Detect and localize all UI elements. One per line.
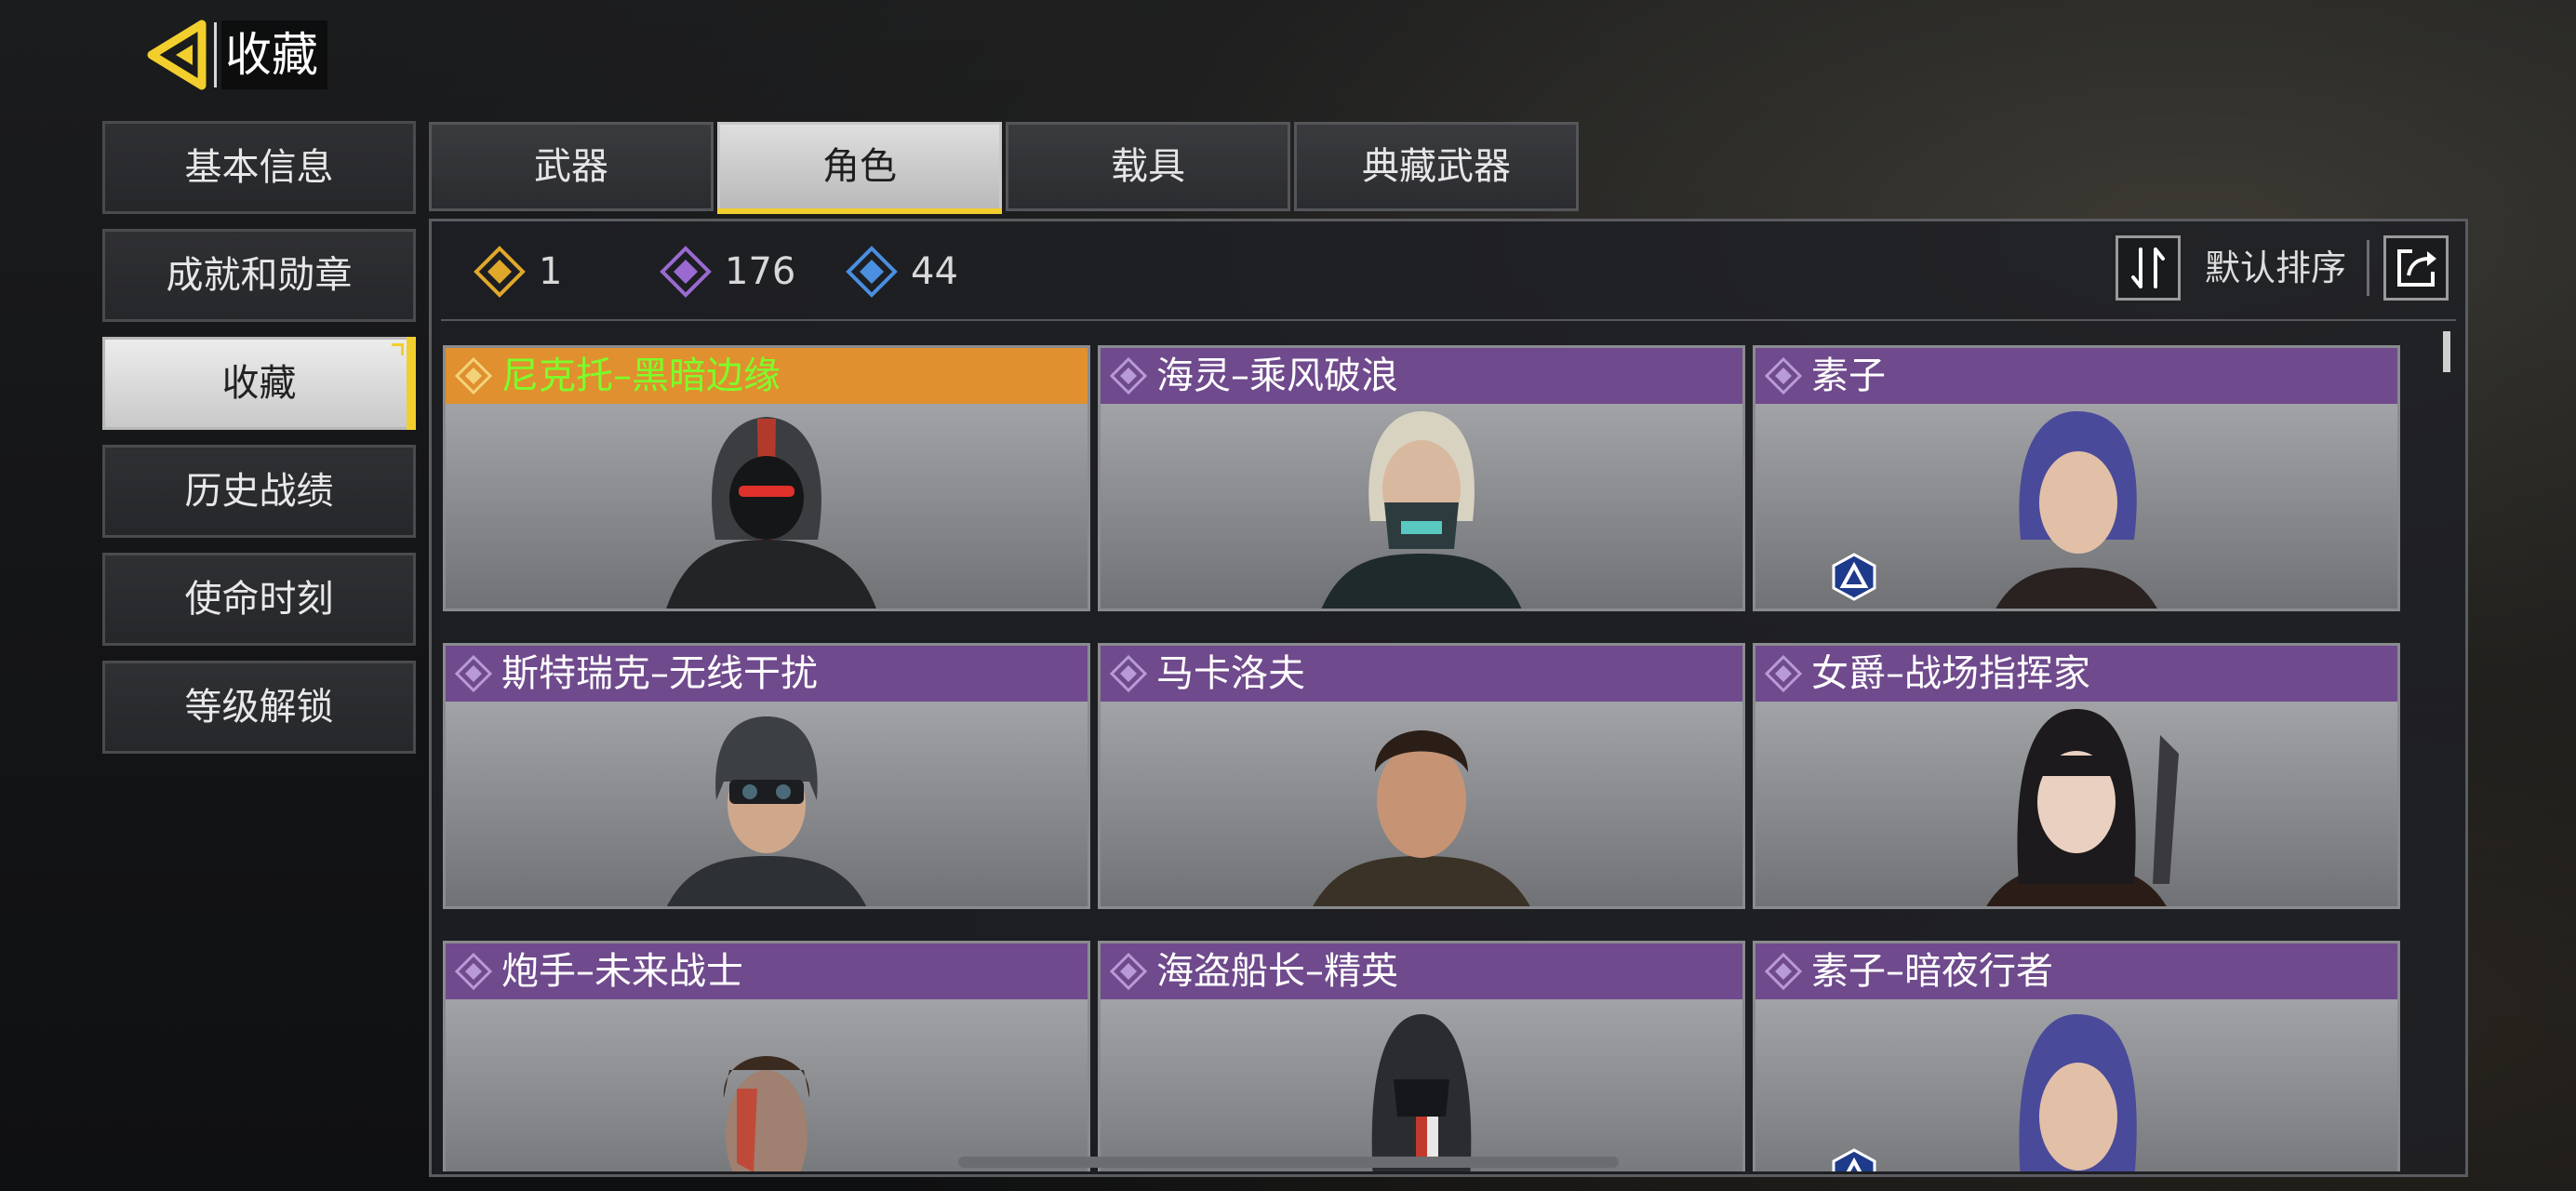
character-portrait [723,1056,810,1171]
tab-characters[interactable]: 角色 [717,122,1002,214]
stat-count: 1 [539,250,563,293]
character-name: 斯特瑞克–无线干扰 [501,652,818,695]
sidebar-item-achievements[interactable]: 成就和勋章 [102,229,416,322]
sidebar-item-level-unlock[interactable]: 等级解锁 [102,661,416,754]
sidebar-item-label: 基本信息 [184,146,334,189]
stat-gold: 1 [474,244,562,300]
card-header: 女爵–战场指挥家 [1755,646,2397,702]
character-portrait [2019,1014,2137,1171]
purple-diamond-icon [455,655,492,692]
character-card[interactable]: 尼克托–黑暗边缘 [443,345,1090,611]
sidebar-item-label: 收藏 [221,362,297,405]
character-portrait [1321,411,1522,609]
faction-badge-icon [1832,1148,1876,1171]
purple-diamond-icon [455,953,492,990]
tab-vehicles[interactable]: 载具 [1006,122,1290,211]
character-card[interactable]: 素子–暗夜行者 [1753,941,2400,1171]
character-card[interactable]: 海盗船长–精英 [1098,941,1745,1171]
sidebar-item-mission-moments[interactable]: 使命时刻 [102,553,416,646]
card-header: 海盗船长–精英 [1101,943,1742,999]
sort-divider [2367,240,2369,296]
character-portrait [1371,1014,1472,1171]
tab-label: 载具 [1111,145,1185,188]
character-card[interactable]: 炮手–未来战士 [443,941,1090,1171]
gold-diamond-icon [455,357,492,395]
sort-button[interactable] [2116,235,2181,301]
card-header: 海灵–乘风破浪 [1101,348,1742,404]
purple-diamond-icon [1765,357,1802,395]
card-header: 素子–暗夜行者 [1755,943,2397,999]
purple-diamond-icon [1765,953,1802,990]
page-title: 收藏 [221,20,327,89]
tab-legendary-weapons[interactable]: 典藏武器 [1294,122,1579,211]
tab-label: 角色 [822,145,897,188]
sort-arrows-icon [2131,248,2165,288]
purple-diamond-icon [1110,655,1147,692]
sidebar-item-label: 使命时刻 [184,578,334,621]
character-portrait [1986,709,2179,906]
tab-label: 武器 [534,145,608,188]
character-name: 海灵–乘风破浪 [1156,355,1398,397]
stat-count: 176 [725,250,796,293]
export-button[interactable] [2383,235,2449,301]
stat-purple: 176 [660,244,795,300]
character-name: 素子–暗夜行者 [1811,950,2053,993]
sidebar-item-collection[interactable]: 收藏 [102,337,416,430]
character-name: 女爵–战场指挥家 [1811,652,2090,695]
character-name: 海盗船长–精英 [1156,950,1398,993]
sidebar-item-label: 历史战绩 [184,470,334,513]
purple-diamond-icon [1110,357,1147,395]
card-header: 斯特瑞克–无线干扰 [446,646,1088,702]
card-header: 炮手–未来战士 [446,943,1088,999]
tab-weapons[interactable]: 武器 [429,122,714,211]
home-indicator[interactable] [958,1157,1619,1168]
character-card[interactable]: 马卡洛夫 [1098,643,1745,909]
character-card[interactable]: 素子 [1753,345,2400,611]
stat-blue: 44 [846,244,958,300]
share-export-icon [2397,249,2436,287]
character-portrait [1313,730,1530,906]
character-card[interactable]: 女爵–战场指挥家 [1753,643,2400,909]
sidebar-item-basic-info[interactable]: 基本信息 [102,121,416,214]
tab-label: 典藏武器 [1362,145,1511,188]
collection-panel: 1 176 44 默认排序 尼克托–黑暗边缘 海灵–乘风破浪 素子 斯特瑞克–无… [429,219,2468,1177]
character-card[interactable]: 海灵–乘风破浪 [1098,345,1745,611]
sidebar-item-history[interactable]: 历史战绩 [102,445,416,538]
character-portrait [1995,411,2157,609]
character-card[interactable]: 斯特瑞克–无线干扰 [443,643,1090,909]
stats-divider [441,319,2456,321]
character-portrait [666,417,876,609]
gold-diamond-icon [474,246,526,298]
rarity-stats: 1 176 44 默认排序 [432,221,2465,322]
blue-diamond-icon [846,246,898,298]
character-name: 炮手–未来战士 [501,950,743,993]
card-header: 尼克托–黑暗边缘 [446,348,1088,404]
purple-diamond-icon [1765,655,1802,692]
grid-scrollbar[interactable] [2443,331,2450,372]
character-name: 素子 [1811,355,1886,397]
character-name: 马卡洛夫 [1156,652,1305,695]
character-name: 尼克托–黑暗边缘 [501,355,781,397]
character-grid: 尼克托–黑暗边缘 海灵–乘风破浪 素子 斯特瑞克–无线干扰 马卡洛夫 女爵–战场… [443,345,2443,1171]
sidebar-item-label: 成就和勋章 [166,254,353,297]
character-portrait [666,716,867,906]
stat-count: 44 [911,250,958,293]
faction-badge-icon [1832,553,1876,601]
sidebar-item-label: 等级解锁 [184,686,334,729]
purple-diamond-icon [660,246,712,298]
card-header: 马卡洛夫 [1101,646,1742,702]
card-header: 素子 [1755,348,2397,404]
header-divider [214,22,217,87]
back-arrow-icon[interactable] [144,19,219,91]
purple-diamond-icon [1110,953,1147,990]
sort-label[interactable]: 默认排序 [2205,240,2346,296]
